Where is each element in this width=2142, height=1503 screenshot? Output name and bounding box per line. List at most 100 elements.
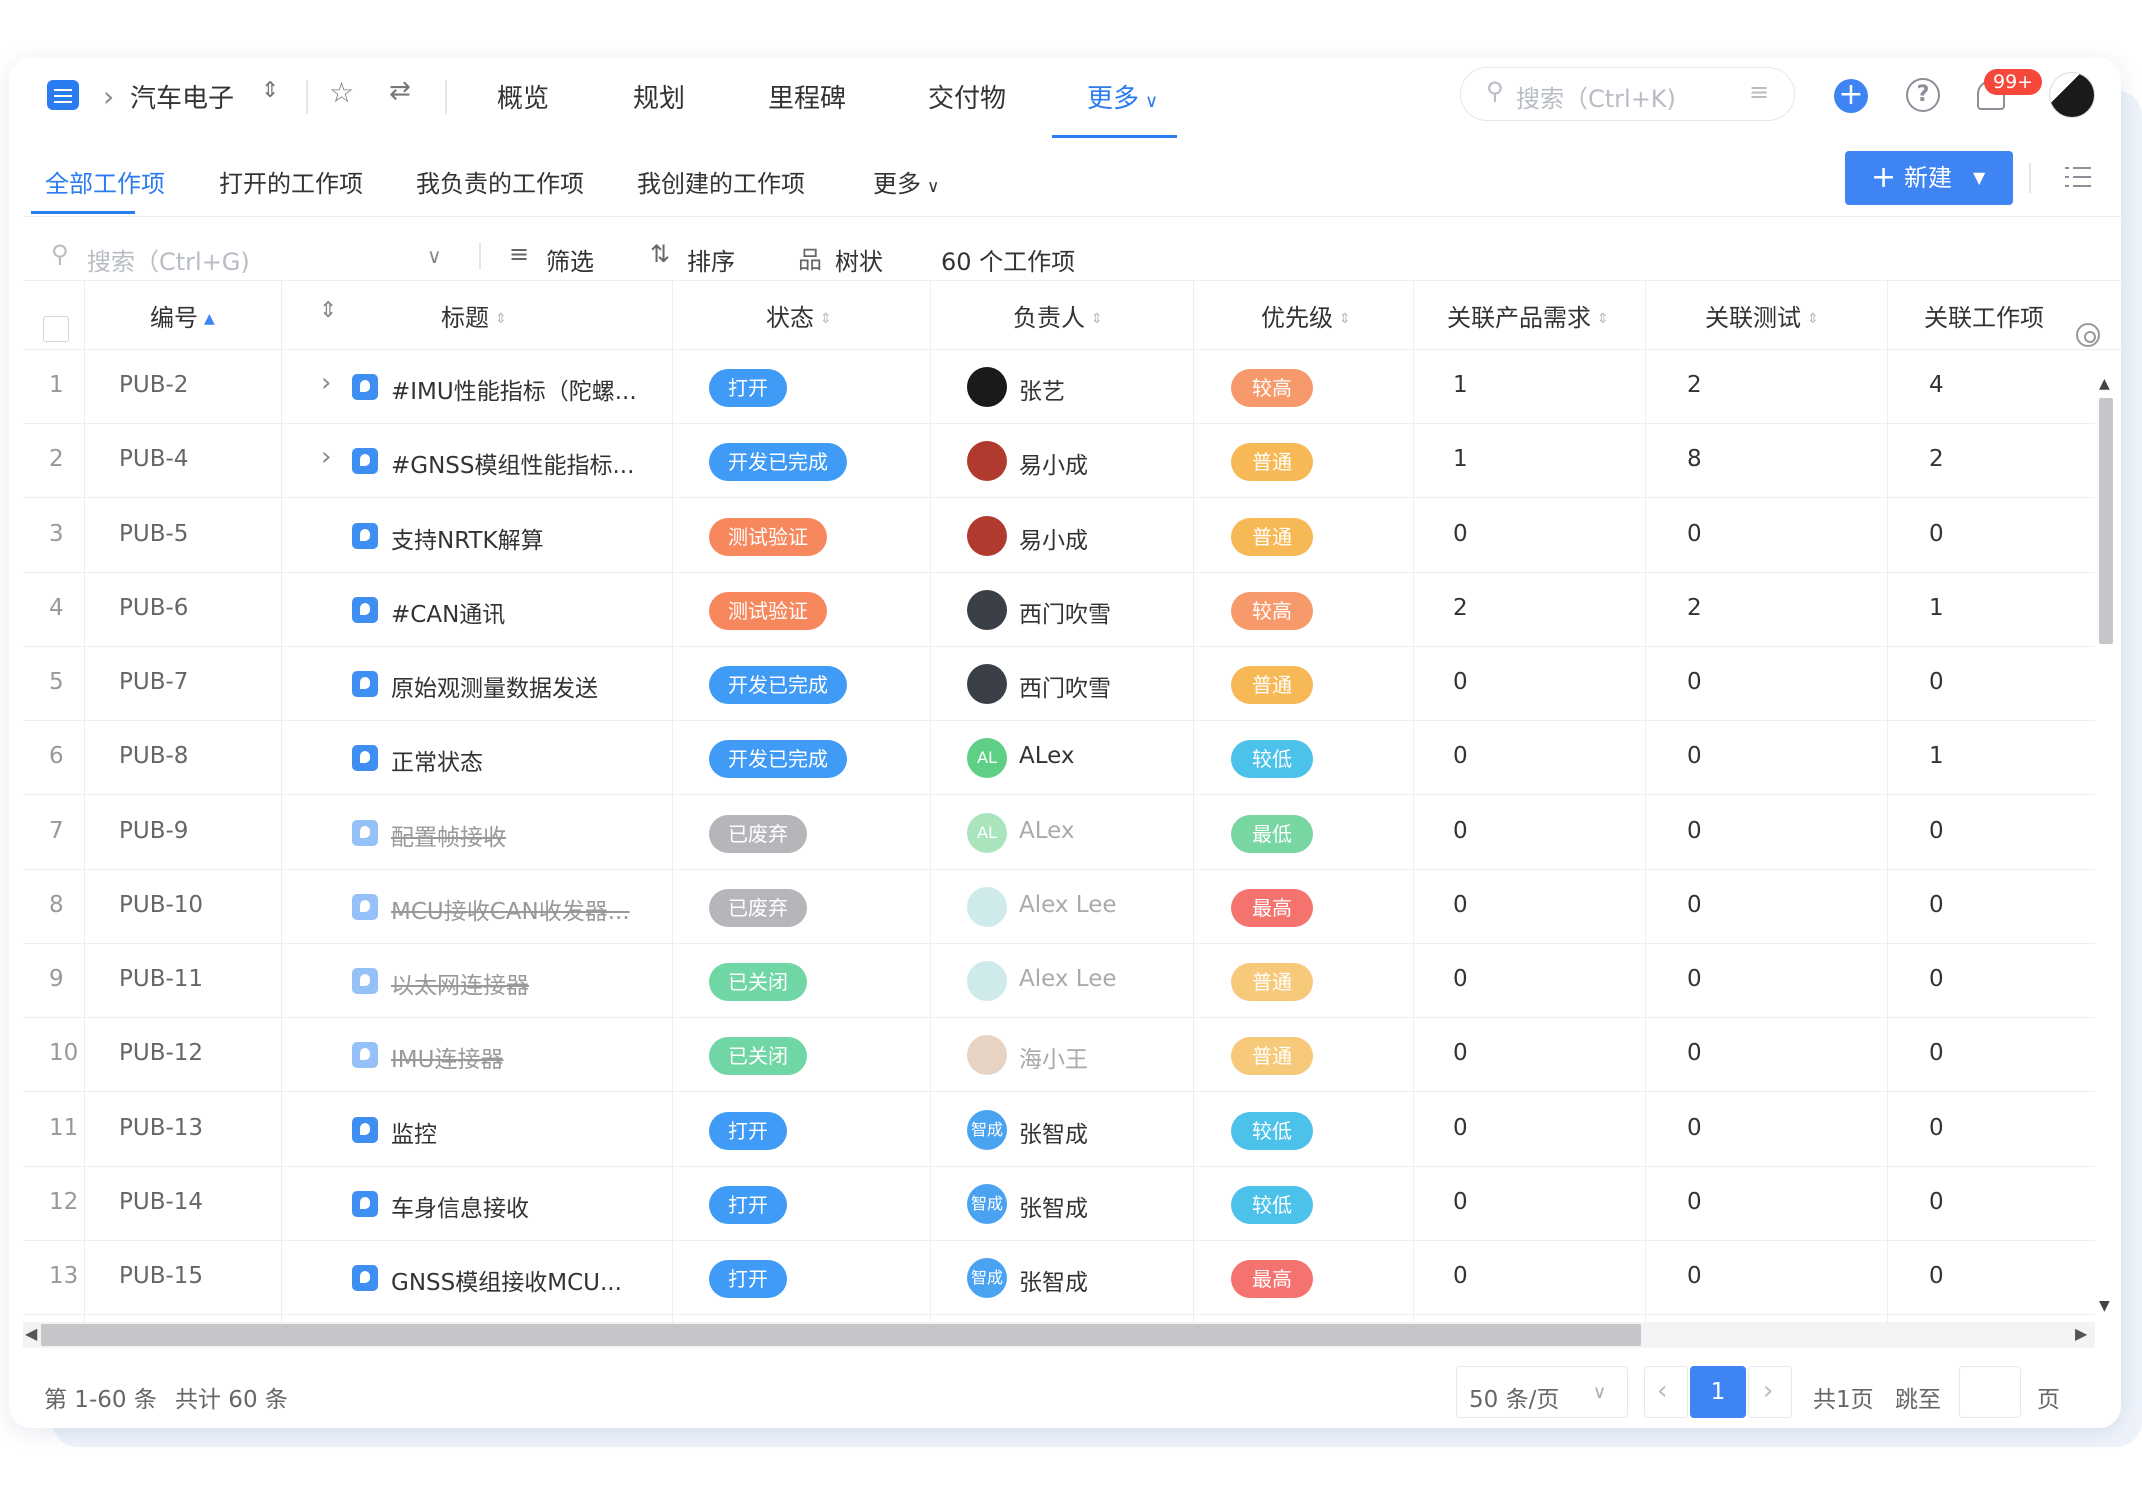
select-all-checkbox[interactable] <box>43 316 69 342</box>
priority-badge[interactable]: 较高 <box>1231 591 1313 630</box>
table-row[interactable]: 10 PUB-12 IMU连接器 已关闭 海小王 普通 0 0 0 <box>23 1018 2095 1093</box>
table-search-input[interactable]: 搜索（Ctrl+G) <box>87 242 250 277</box>
item-id[interactable]: PUB-11 <box>119 966 203 992</box>
related-item-count[interactable]: 2 <box>1929 446 1944 472</box>
item-title[interactable]: 车身信息接收 <box>391 1189 529 1223</box>
item-title[interactable]: 支持NRTK解算 <box>391 521 544 555</box>
item-title[interactable]: IMU连接器 <box>391 1040 503 1074</box>
item-title[interactable]: #CAN通讯 <box>391 595 505 629</box>
subtab-all[interactable]: 全部工作项 <box>45 164 165 199</box>
global-search-input[interactable]: 搜索（Ctrl+K) <box>1516 79 1676 114</box>
related-test-count[interactable]: 0 <box>1687 1189 1702 1215</box>
project-icon[interactable] <box>47 80 79 110</box>
related-item-count[interactable]: 1 <box>1929 743 1944 769</box>
item-id[interactable]: PUB-13 <box>119 1115 203 1141</box>
status-badge[interactable]: 已废弃 <box>709 814 807 853</box>
col-priority[interactable]: 优先级 ⇕ <box>1261 298 1351 333</box>
item-id[interactable]: PUB-6 <box>119 595 188 621</box>
tab-overview[interactable]: 概览 <box>497 78 549 115</box>
status-badge[interactable]: 开发已完成 <box>709 443 847 482</box>
priority-badge[interactable]: 最低 <box>1231 814 1313 853</box>
owner-name[interactable]: Alex Lee <box>1019 892 1117 918</box>
related-req-count[interactable]: 0 <box>1453 1263 1468 1289</box>
related-test-count[interactable]: 8 <box>1687 446 1702 472</box>
related-test-count[interactable]: 0 <box>1687 743 1702 769</box>
priority-badge[interactable]: 普通 <box>1231 1037 1313 1076</box>
owner-name[interactable]: 张艺 <box>1019 372 1065 406</box>
status-badge[interactable]: 已关闭 <box>709 1037 807 1076</box>
scroll-up-icon[interactable]: ▲ <box>2099 376 2110 392</box>
related-req-count[interactable]: 0 <box>1453 743 1468 769</box>
filter-button[interactable]: 筛选 <box>546 242 594 277</box>
related-item-count[interactable]: 0 <box>1929 1189 1944 1215</box>
table-row[interactable]: 5 PUB-7 原始观测量数据发送 开发已完成 西门吹雪 普通 0 0 0 <box>23 647 2095 721</box>
related-item-count[interactable]: 0 <box>1929 818 1944 844</box>
owner-name[interactable]: 西门吹雪 <box>1019 595 1111 629</box>
expand-icon[interactable]: › <box>321 368 331 398</box>
owner-name[interactable]: 张智成 <box>1019 1189 1088 1223</box>
table-row[interactable]: 6 PUB-8 正常状态 开发已完成 AL ALex 较低 0 0 1 <box>23 721 2095 796</box>
priority-badge[interactable]: 较高 <box>1231 369 1313 407</box>
related-item-count[interactable]: 0 <box>1929 892 1944 918</box>
item-title[interactable]: #IMU性能指标（陀螺... <box>391 372 637 406</box>
status-badge[interactable]: 开发已完成 <box>709 740 847 779</box>
scroll-left-icon[interactable]: ◀ <box>25 1324 37 1343</box>
subtab-more[interactable]: 更多 ∨ <box>873 164 939 199</box>
current-page[interactable]: 1 <box>1690 1366 1746 1418</box>
table-row[interactable]: 1 PUB-2 › #IMU性能指标（陀螺... 打开 张艺 较高 1 2 4 <box>23 350 2095 424</box>
related-req-count[interactable]: 0 <box>1453 1040 1468 1066</box>
table-row[interactable]: 4 PUB-6 #CAN通讯 测试验证 西门吹雪 较高 2 2 1 <box>23 573 2095 647</box>
table-row[interactable]: 9 PUB-11 以太网连接器 已关闭 Alex Lee 普通 0 0 0 <box>23 944 2095 1018</box>
add-icon[interactable]: + <box>1834 79 1868 113</box>
subtab-assigned[interactable]: 我负责的工作项 <box>416 164 584 199</box>
priority-badge[interactable]: 普通 <box>1231 963 1313 1001</box>
col-id[interactable]: 编号 ▲ <box>150 298 215 333</box>
related-req-count[interactable]: 2 <box>1453 595 1468 621</box>
owner-name[interactable]: 张智成 <box>1019 1263 1088 1297</box>
col-related-item[interactable]: 关联工作项 <box>1924 298 2044 333</box>
item-id[interactable]: PUB-2 <box>119 372 188 398</box>
related-test-count[interactable]: 0 <box>1687 1040 1702 1066</box>
help-icon[interactable]: ? <box>1906 78 1940 112</box>
table-row[interactable]: 11 PUB-13 监控 打开 智成 张智成 较低 0 0 0 <box>23 1093 2095 1167</box>
new-button[interactable]: + 新建 ▼ <box>1845 151 2013 205</box>
sort-button[interactable]: 排序 <box>687 242 735 277</box>
owner-name[interactable]: ALex <box>1019 743 1075 769</box>
expand-all-icon[interactable]: ⇕ <box>319 298 337 323</box>
col-title[interactable]: 标题 ⇕ <box>441 298 507 333</box>
status-badge[interactable]: 打开 <box>709 1260 787 1298</box>
priority-badge[interactable]: 较低 <box>1231 740 1313 779</box>
table-row[interactable]: 3 PUB-5 支持NRTK解算 测试验证 易小成 普通 0 0 0 <box>23 499 2095 573</box>
related-item-count[interactable]: 0 <box>1929 1040 1944 1066</box>
priority-badge[interactable]: 较低 <box>1231 1185 1313 1224</box>
related-req-count[interactable]: 0 <box>1453 1115 1468 1141</box>
related-item-count[interactable]: 4 <box>1929 372 1944 398</box>
tab-planning[interactable]: 规划 <box>633 78 685 115</box>
table-row[interactable]: 8 PUB-10 MCU接收CAN收发器... 已废弃 Alex Lee 最高 0 0 0 <box>23 870 2095 944</box>
priority-badge[interactable]: 普通 <box>1231 666 1313 704</box>
owner-name[interactable]: 易小成 <box>1019 446 1088 480</box>
owner-name[interactable]: 西门吹雪 <box>1019 669 1111 703</box>
list-view-icon[interactable] <box>2065 166 2091 188</box>
chevron-down-icon[interactable]: ∨ <box>427 244 442 268</box>
filter-icon[interactable]: ≡ <box>1749 78 1769 106</box>
tab-deliverables[interactable]: 交付物 <box>928 78 1006 115</box>
col-related-test[interactable]: 关联测试 ⇕ <box>1705 298 1819 333</box>
table-row[interactable]: 7 PUB-9 配置帧接收 已废弃 AL ALex 最低 0 0 0 <box>23 796 2095 870</box>
status-badge[interactable]: 已关闭 <box>709 963 807 1001</box>
tab-more[interactable]: 更多 ∨ <box>1087 78 1158 115</box>
related-test-count[interactable]: 0 <box>1687 966 1702 992</box>
item-id[interactable]: PUB-7 <box>119 669 188 695</box>
item-title[interactable]: 原始观测量数据发送 <box>391 669 598 703</box>
swap-icon[interactable]: ⇄ <box>389 76 411 106</box>
related-test-count[interactable]: 0 <box>1687 818 1702 844</box>
related-req-count[interactable]: 0 <box>1453 521 1468 547</box>
related-req-count[interactable]: 0 <box>1453 892 1468 918</box>
owner-name[interactable]: 海小王 <box>1019 1040 1088 1074</box>
star-icon[interactable]: ☆ <box>329 76 354 109</box>
owner-name[interactable]: Alex Lee <box>1019 966 1117 992</box>
expand-icon[interactable]: › <box>321 442 331 472</box>
table-row[interactable]: 13 PUB-15 GNSS模组接收MCU... 打开 智成 张智成 最高 0 0 0 <box>23 1241 2095 1315</box>
item-id[interactable]: PUB-4 <box>119 446 188 472</box>
item-title[interactable]: GNSS模组接收MCU... <box>391 1263 622 1297</box>
